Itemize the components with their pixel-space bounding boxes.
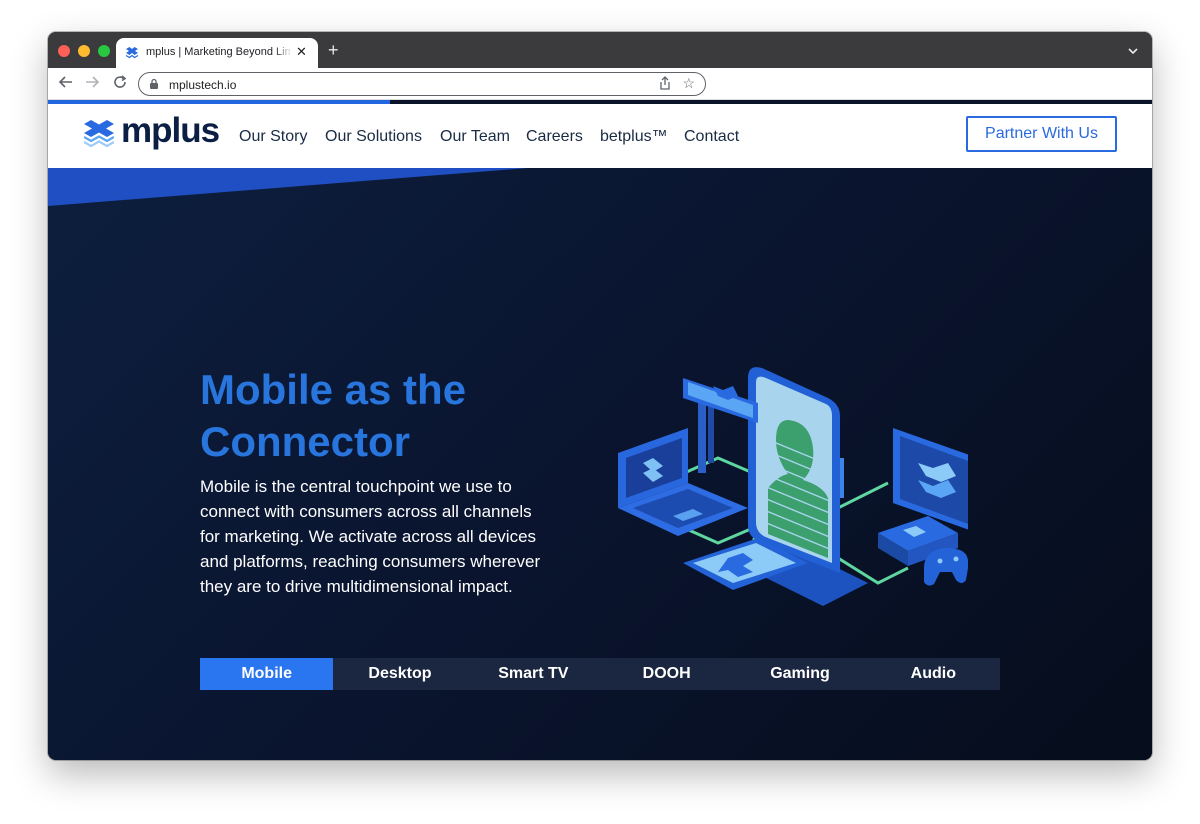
reload-icon[interactable] [112, 74, 128, 95]
maximize-window-button[interactable] [98, 45, 110, 57]
channel-tab-desktop[interactable]: Desktop [333, 658, 466, 690]
close-window-button[interactable] [58, 45, 70, 57]
url-text: mplustech.io [169, 78, 237, 92]
mplus-favicon-icon [125, 47, 139, 59]
nav-item-our-team[interactable]: Our Team [440, 128, 510, 146]
share-icon[interactable] [659, 76, 671, 93]
browser-tab-bar: mplus | Marketing Beyond Limits ✕ + [48, 32, 1152, 68]
address-bar[interactable]: mplustech.io ☆ [138, 72, 706, 96]
laptop-device-icon [618, 428, 748, 536]
channel-tab-gaming[interactable]: Gaming [733, 658, 866, 690]
nav-item-our-solutions[interactable]: Our Solutions [325, 128, 422, 146]
hero-accent-stripe [48, 168, 528, 206]
star-icon[interactable]: ☆ [682, 75, 695, 92]
nav-item-careers[interactable]: Careers [526, 128, 583, 146]
hero-title-line-1: Mobile as the [200, 366, 467, 413]
devices-connector-illustration [618, 367, 968, 606]
forward-arrow-icon[interactable] [84, 74, 100, 95]
lock-icon [150, 78, 158, 89]
tab-search-chevron-icon[interactable] [1128, 44, 1138, 58]
hero-title-line-2: Connector [200, 418, 410, 465]
browser-window: mplus | Marketing Beyond Limits ✕ + mplu… [48, 32, 1152, 760]
site-header: mplus Our Story Our Solutions Our Team C… [48, 104, 1152, 168]
tab-title: mplus | Marketing Beyond Limits [146, 46, 292, 58]
back-arrow-icon[interactable] [58, 74, 74, 95]
hero-section: Mobile as the Connector Mobile is the ce… [48, 168, 1152, 760]
partner-with-us-button[interactable]: Partner With Us [966, 116, 1117, 152]
browser-toolbar: mplustech.io ☆ [48, 68, 1152, 100]
smart-tv-device-icon [893, 428, 968, 530]
nav-item-contact[interactable]: Contact [684, 128, 739, 146]
mplus-wordmark[interactable]: mplus [121, 111, 220, 151]
channel-tab-audio[interactable]: Audio [867, 658, 1000, 690]
hero-description: Mobile is the central touchpoint we use … [200, 477, 541, 596]
new-tab-button[interactable]: + [328, 40, 339, 60]
channel-tab-mobile[interactable]: Mobile [200, 658, 334, 690]
channel-tabs: Mobile Desktop Smart TV DOOH Gaming Audi… [200, 658, 1000, 690]
nav-item-betplus[interactable]: betplus™ [600, 128, 668, 146]
hero-title: Mobile as the Connector [200, 364, 560, 468]
mplus-logo-icon[interactable] [84, 120, 114, 148]
channel-tab-smart-tv[interactable]: Smart TV [467, 658, 600, 690]
browser-tab-active[interactable]: mplus | Marketing Beyond Limits ✕ [116, 38, 318, 68]
minimize-window-button[interactable] [78, 45, 90, 57]
nav-item-our-story[interactable]: Our Story [239, 128, 307, 146]
tab-close-icon[interactable]: ✕ [296, 44, 307, 60]
channel-tab-dooh[interactable]: DOOH [600, 658, 733, 690]
